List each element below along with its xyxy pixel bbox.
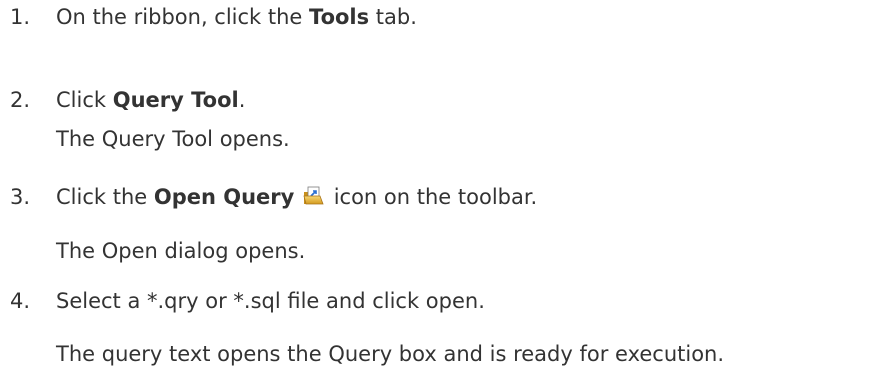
step-text: Select a *.qry or *.sql file and click o… bbox=[56, 289, 485, 313]
step-number: 1. bbox=[10, 5, 31, 29]
step-text-post: . bbox=[238, 88, 246, 112]
step-text: On the ribbon, click the Tools tab. bbox=[56, 3, 417, 31]
step-2-result: The Query Tool opens. bbox=[56, 127, 290, 151]
query-tool-label: Query Tool bbox=[112, 88, 239, 112]
step-text-post: icon on the toolbar. bbox=[327, 185, 538, 209]
step-number: 2. bbox=[10, 88, 31, 112]
step-number: 3. bbox=[10, 185, 31, 209]
step-text: Click the Open Query icon on the toolbar… bbox=[56, 183, 537, 211]
step-text-pre: On the ribbon, click the bbox=[56, 5, 310, 29]
step-3-result: The Open dialog opens. bbox=[56, 239, 306, 263]
open-folder-icon bbox=[303, 185, 325, 205]
step-text: Click Query Tool. bbox=[56, 86, 245, 114]
step-text-post: tab. bbox=[369, 5, 417, 29]
step-text-pre: Click the bbox=[56, 185, 154, 209]
step-number: 4. bbox=[10, 289, 31, 313]
step-text-pre: Click bbox=[56, 88, 113, 112]
tools-tab-label: Tools bbox=[309, 5, 370, 29]
step-4-result: The query text opens the Query box and i… bbox=[56, 342, 725, 366]
open-query-label: Open Query bbox=[153, 185, 295, 209]
